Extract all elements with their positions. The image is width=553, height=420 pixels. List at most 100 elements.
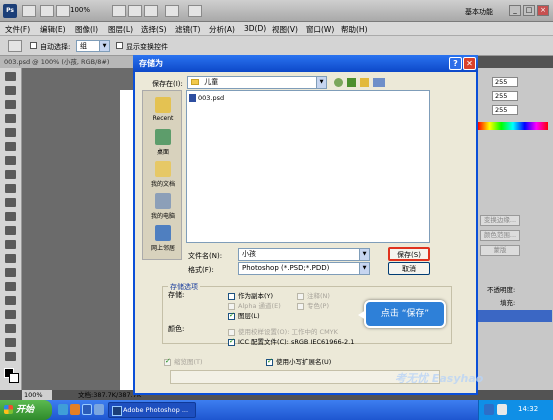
crop-icon[interactable]: [5, 128, 16, 137]
dodge-icon[interactable]: [5, 254, 16, 263]
menu-analysis[interactable]: 分析(A): [209, 24, 235, 35]
as-copy-option[interactable]: 作为副本(Y): [228, 290, 273, 300]
move-icon[interactable]: [5, 72, 16, 81]
auto-select-dropdown[interactable]: 组 ▼: [76, 40, 110, 52]
cancel-button[interactable]: 取消: [388, 262, 430, 275]
clone-stamp-icon[interactable]: [5, 184, 16, 193]
background-color-swatch[interactable]: [9, 373, 19, 383]
volume-tray-icon[interactable]: [497, 404, 507, 415]
taskbar-photoshop[interactable]: Adobe Photoshop ...: [108, 402, 196, 418]
menu-window[interactable]: 窗口(W): [306, 24, 334, 35]
workspace-switcher[interactable]: 基本功能: [465, 7, 493, 17]
lasso-icon[interactable]: [5, 100, 16, 109]
place-desktop[interactable]: 桌面: [145, 129, 181, 156]
menu-layer[interactable]: 图层(L): [108, 24, 133, 35]
path-select-icon[interactable]: [5, 296, 16, 305]
folder-icon: [191, 79, 199, 85]
minimize-button[interactable]: _: [509, 5, 521, 16]
menu-3d[interactable]: 3D(D): [244, 24, 266, 33]
menu-file[interactable]: 文件(F): [5, 24, 30, 35]
close-button[interactable]: ×: [537, 5, 549, 16]
status-zoom[interactable]: 100%: [22, 390, 52, 400]
recent-icon: [155, 97, 171, 113]
zoom-level[interactable]: 100%: [70, 6, 90, 14]
layer-row-selected[interactable]: [478, 310, 552, 322]
type-icon[interactable]: [5, 282, 16, 291]
back-icon[interactable]: [334, 78, 343, 87]
save-in-dropdown[interactable]: 儿童 ▼: [187, 76, 327, 89]
layers-checkbox[interactable]: [228, 311, 235, 320]
red-value[interactable]: 255: [492, 77, 518, 87]
color-range-button[interactable]: 颜色范围...: [480, 230, 520, 241]
place-recent[interactable]: Recent: [145, 97, 181, 122]
mini-bridge-icon[interactable]: [40, 5, 54, 17]
marquee-icon[interactable]: [5, 86, 16, 95]
quicklaunch-ie-icon[interactable]: [58, 404, 68, 415]
close-icon[interactable]: ✕: [463, 57, 476, 70]
healing-icon[interactable]: [5, 156, 16, 165]
lowercase-ext-checkbox[interactable]: [266, 357, 273, 366]
menu-edit[interactable]: 编辑(E): [40, 24, 66, 35]
bridge-icon[interactable]: [22, 5, 36, 17]
fill-label: 填充:: [500, 299, 516, 307]
rotate-view-icon[interactable]: [128, 5, 142, 17]
alpha-label: Alpha 通道(E): [238, 302, 281, 310]
blur-icon[interactable]: [5, 240, 16, 249]
eyedropper-icon[interactable]: [5, 142, 16, 151]
place-documents[interactable]: 我的文档: [145, 161, 181, 188]
history-brush-icon[interactable]: [5, 198, 16, 207]
auto-select-checkbox[interactable]: [30, 42, 37, 49]
move-tool-icon[interactable]: [8, 40, 22, 52]
zoom-icon[interactable]: [5, 352, 16, 361]
quicklaunch-media-icon[interactable]: [70, 404, 80, 415]
maximize-button[interactable]: □: [523, 5, 535, 16]
hand-tool-icon[interactable]: [112, 5, 126, 17]
brush-icon[interactable]: [5, 170, 16, 179]
layers-option[interactable]: 图层(L): [228, 310, 260, 320]
mask-button[interactable]: 蒙版: [480, 245, 520, 256]
save-button[interactable]: 保存(S): [388, 247, 430, 261]
document-canvas[interactable]: [120, 90, 134, 390]
menu-image[interactable]: 图像(I): [75, 24, 98, 35]
green-value[interactable]: 255: [492, 91, 518, 101]
zoom-tool-icon[interactable]: [144, 5, 158, 17]
file-list[interactable]: [186, 90, 430, 243]
shape-icon[interactable]: [5, 310, 16, 319]
color-ramp[interactable]: [478, 122, 548, 130]
network-tray-icon[interactable]: [484, 404, 494, 415]
hand-icon[interactable]: [5, 338, 16, 347]
3d-rotate-icon[interactable]: [5, 324, 16, 333]
gradient-icon[interactable]: [5, 226, 16, 235]
start-button[interactable]: 开始: [0, 400, 52, 420]
help-icon[interactable]: ?: [449, 57, 462, 70]
view-extras-icon[interactable]: [56, 5, 70, 17]
refine-edge-button[interactable]: 变换边缘...: [480, 215, 520, 226]
pen-icon[interactable]: [5, 268, 16, 277]
as-copy-checkbox[interactable]: [228, 292, 235, 300]
icc-option[interactable]: ICC 配置文件(C): sRGB IEC61966-2.1: [228, 336, 354, 346]
menu-filter[interactable]: 滤镜(T): [175, 24, 200, 35]
file-name-input[interactable]: 小孩 ▼: [238, 248, 370, 261]
place-desktop-label: 桌面: [156, 149, 169, 156]
show-transform-checkbox[interactable]: [116, 42, 123, 49]
up-folder-icon[interactable]: [347, 78, 356, 87]
auto-select-value: 组: [80, 42, 87, 50]
place-network[interactable]: 网上邻居: [145, 225, 181, 252]
format-dropdown[interactable]: Photoshop (*.PSD;*.PDD) ▼: [238, 262, 370, 275]
menu-select[interactable]: 选择(S): [141, 24, 167, 35]
quicklaunch-desktop-icon[interactable]: [94, 404, 104, 415]
menu-view[interactable]: 视图(V): [272, 24, 298, 35]
view-menu-icon[interactable]: [373, 78, 385, 87]
place-computer[interactable]: 我的电脑: [145, 193, 181, 220]
menu-help[interactable]: 帮助(H): [341, 24, 368, 35]
blue-value[interactable]: 255: [492, 105, 518, 115]
icc-checkbox[interactable]: [228, 337, 235, 346]
new-folder-icon[interactable]: [360, 78, 369, 87]
arrange-documents-icon[interactable]: [165, 5, 179, 17]
lowercase-ext-option[interactable]: 使用小写扩展名(U): [266, 356, 331, 366]
screen-mode-icon[interactable]: [188, 5, 202, 17]
quicklaunch-word-icon[interactable]: [82, 404, 92, 415]
file-item[interactable]: 003.psd: [189, 94, 224, 102]
eraser-icon[interactable]: [5, 212, 16, 221]
quick-select-icon[interactable]: [5, 114, 16, 123]
